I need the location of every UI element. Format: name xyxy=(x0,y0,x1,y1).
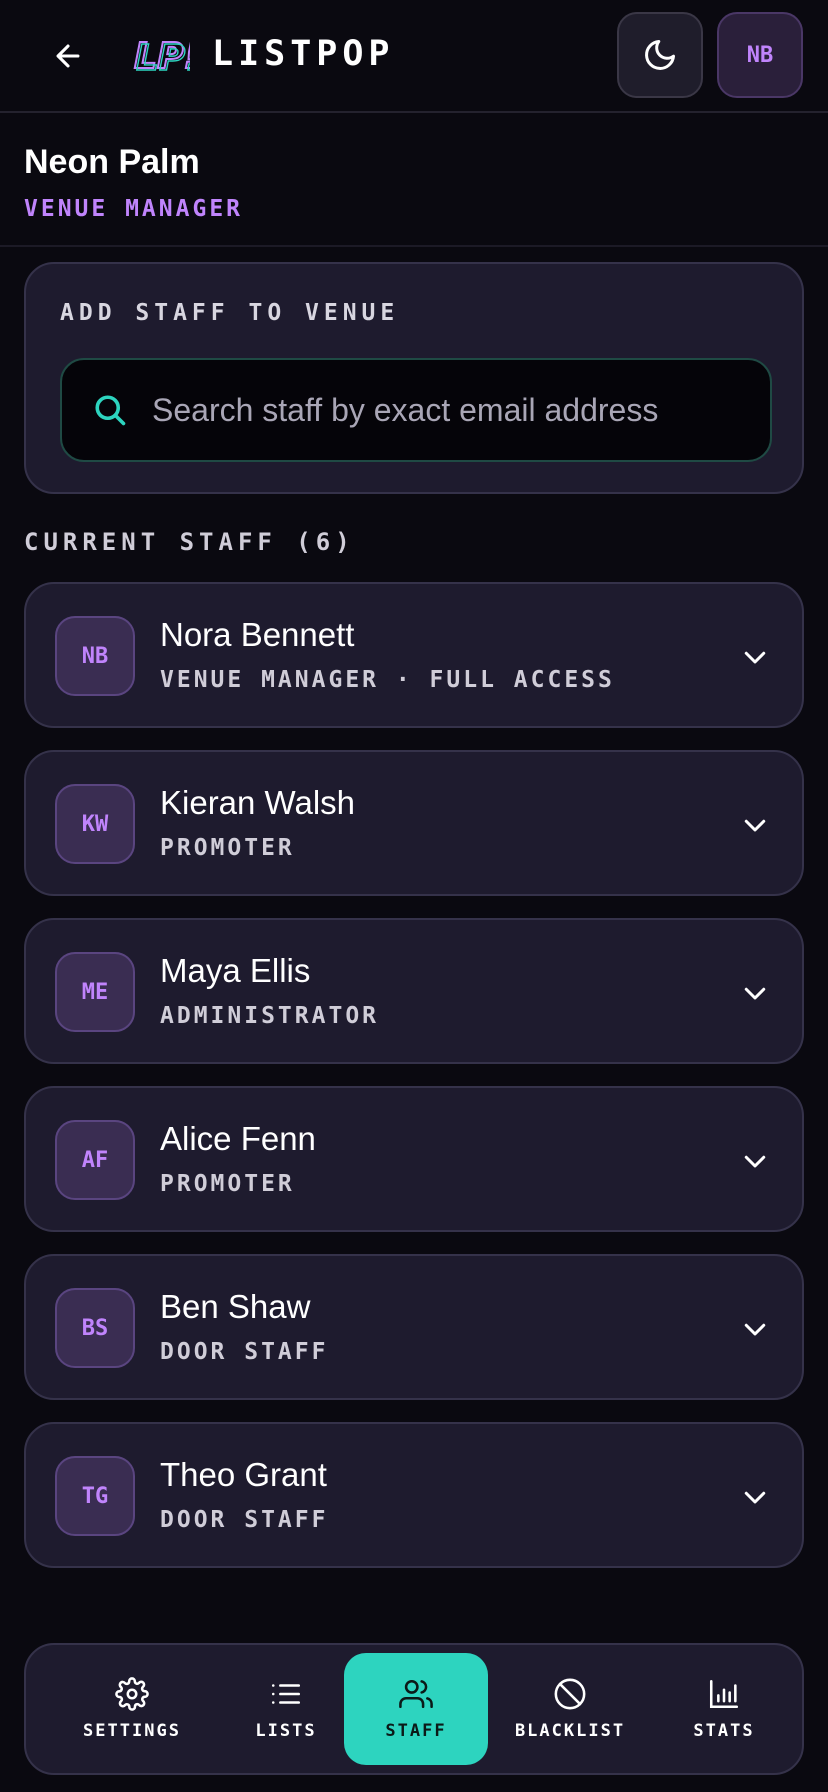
nav-label: SETTINGS xyxy=(83,1721,181,1741)
listpop-logo: LP! LP! xyxy=(133,35,190,80)
chevron-down-icon[interactable] xyxy=(740,810,770,840)
staff-card[interactable]: AF Alice Fenn PROMOTER xyxy=(24,1086,804,1232)
moon-icon xyxy=(645,40,675,70)
users-icon xyxy=(399,1679,433,1709)
staff-card[interactable]: ME Maya Ellis ADMINISTRATOR xyxy=(24,918,804,1064)
staff-name: Theo Grant xyxy=(160,1456,327,1493)
add-staff-title: ADD STAFF TO VENUE xyxy=(60,300,400,326)
chevron-down-icon[interactable] xyxy=(740,1146,770,1176)
staff-avatar: TG xyxy=(55,1456,135,1536)
staff-list: NB Nora Bennett VENUE MANAGER · FULL ACC… xyxy=(24,582,804,1590)
staff-role: ADMINISTRATOR xyxy=(160,1003,380,1029)
nav-item-settings[interactable]: SETTINGS xyxy=(60,1653,204,1765)
chevron-down-icon[interactable] xyxy=(740,1482,770,1512)
gear-icon xyxy=(115,1677,149,1711)
bottom-nav: SETTINGS LISTS STAFF BLACKLIST STATS xyxy=(24,1643,804,1775)
nav-label: STAFF xyxy=(385,1721,447,1741)
staff-avatar: BS xyxy=(55,1288,135,1368)
staff-role: PROMOTER xyxy=(160,835,295,861)
staff-role: VENUE MANAGER · FULL ACCESS xyxy=(160,667,615,693)
nav-item-blacklist[interactable]: BLACKLIST xyxy=(498,1653,642,1765)
app-title: LISTPOP xyxy=(212,34,395,74)
nav-item-staff[interactable]: STAFF xyxy=(344,1653,488,1765)
staff-card[interactable]: KW Kieran Walsh PROMOTER xyxy=(24,750,804,896)
staff-avatar: KW xyxy=(55,784,135,864)
staff-avatar: ME xyxy=(55,952,135,1032)
staff-name: Nora Bennett xyxy=(160,616,355,653)
staff-name: Kieran Walsh xyxy=(160,784,356,821)
venue-role: VENUE MANAGER xyxy=(24,196,244,222)
nav-item-lists[interactable]: LISTS xyxy=(214,1653,358,1765)
arrow-left-icon xyxy=(56,44,80,68)
staff-role: DOOR STAFF xyxy=(160,1339,329,1365)
staff-card[interactable]: NB Nora Bennett VENUE MANAGER · FULL ACC… xyxy=(24,582,804,728)
staff-card[interactable]: BS Ben Shaw DOOR STAFF xyxy=(24,1254,804,1400)
staff-avatar: AF xyxy=(55,1120,135,1200)
ban-icon xyxy=(554,1678,586,1710)
staff-search-input[interactable] xyxy=(152,391,672,429)
svg-text:LP!: LP! xyxy=(136,38,190,79)
staff-role: DOOR STAFF xyxy=(160,1507,329,1533)
chevron-down-icon[interactable] xyxy=(740,978,770,1008)
staff-avatar: NB xyxy=(55,616,135,696)
theme-toggle-button[interactable] xyxy=(617,12,703,98)
bar-chart-icon xyxy=(709,1679,739,1709)
current-staff-label: CURRENT STAFF (6) xyxy=(24,528,355,556)
nav-label: BLACKLIST xyxy=(514,1721,626,1741)
list-icon xyxy=(271,1684,301,1704)
staff-name: Maya Ellis xyxy=(160,952,311,989)
chevron-down-icon[interactable] xyxy=(740,1314,770,1344)
chevron-down-icon[interactable] xyxy=(740,642,770,672)
app-header: LP! LP! LISTPOP NB xyxy=(0,0,828,113)
staff-search-box[interactable] xyxy=(60,358,772,462)
nav-label: STATS xyxy=(693,1721,755,1741)
staff-role: PROMOTER xyxy=(160,1171,295,1197)
nav-label: LISTS xyxy=(255,1721,317,1741)
search-icon xyxy=(95,395,126,426)
back-button[interactable] xyxy=(44,32,92,80)
staff-name: Ben Shaw xyxy=(160,1288,311,1325)
user-avatar-button[interactable]: NB xyxy=(717,12,803,98)
venue-name: Neon Palm xyxy=(24,143,200,181)
add-staff-card: ADD STAFF TO VENUE xyxy=(24,262,804,494)
staff-card[interactable]: TG Theo Grant DOOR STAFF xyxy=(24,1422,804,1568)
nav-item-stats[interactable]: STATS xyxy=(652,1653,796,1765)
venue-header: Neon Palm VENUE MANAGER xyxy=(0,115,828,247)
staff-name: Alice Fenn xyxy=(160,1120,316,1157)
